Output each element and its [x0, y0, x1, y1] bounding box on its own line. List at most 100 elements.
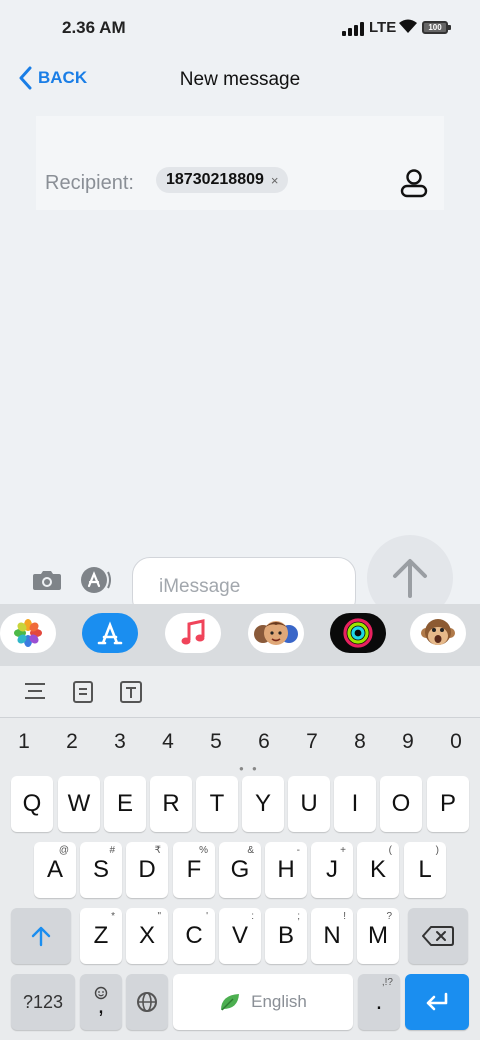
- key-s[interactable]: # S: [80, 842, 122, 898]
- monkey-icon[interactable]: [410, 613, 466, 653]
- key-l-label: L: [418, 856, 432, 883]
- key-k[interactable]: (K: [357, 842, 399, 898]
- period-key[interactable]: ,!? .: [358, 974, 400, 1030]
- page-title: New message: [179, 69, 301, 90]
- key-v-label: V: [231, 922, 248, 949]
- key-a[interactable]: @ A: [34, 842, 76, 898]
- key-g-sup: &: [247, 845, 254, 856]
- network-label: LTE: [369, 19, 397, 36]
- key-k-sup: (: [388, 845, 392, 856]
- globe-key[interactable]: [126, 974, 168, 1030]
- wifi-icon: [399, 19, 417, 33]
- key-h[interactable]: -H: [265, 842, 307, 898]
- key-v[interactable]: :V: [219, 908, 261, 964]
- battery-icon: 100: [422, 21, 451, 34]
- signal-icon: [342, 22, 366, 36]
- key-f[interactable]: % F: [173, 842, 215, 898]
- space-key[interactable]: English: [173, 974, 353, 1030]
- status-time: 2.36 AM: [62, 18, 126, 37]
- key-m-label: M: [368, 922, 388, 949]
- key-z[interactable]: * Z: [80, 908, 122, 964]
- remove-recipient-button[interactable]: ×: [271, 173, 279, 188]
- key-e[interactable]: E: [104, 776, 146, 832]
- key-n-sup: !: [343, 911, 346, 922]
- backspace-key[interactable]: [408, 908, 468, 964]
- key-k-label: K: [369, 856, 386, 883]
- key-6[interactable]: 6: [249, 730, 279, 754]
- key-b[interactable]: ; B: [265, 908, 307, 964]
- key-g[interactable]: & G: [219, 842, 261, 898]
- page-dots: ● ●: [239, 764, 260, 773]
- key-4[interactable]: 4: [153, 730, 183, 754]
- key-3[interactable]: 3: [105, 730, 135, 754]
- key-d-sup: ₹: [154, 845, 161, 856]
- key-b-label: B: [277, 922, 294, 949]
- clipboard-icon[interactable]: [72, 681, 94, 703]
- period-label: .: [375, 988, 383, 1015]
- key-v-sup: :: [251, 911, 254, 922]
- key-2[interactable]: 2: [57, 730, 87, 754]
- comma-label: ,: [97, 992, 105, 1019]
- key-0[interactable]: 0: [441, 730, 471, 754]
- shift-key[interactable]: [11, 908, 71, 964]
- enter-key[interactable]: [405, 974, 469, 1030]
- key-s-sup: #: [109, 845, 115, 856]
- key-c-label: C: [185, 922, 203, 949]
- keyboard: 1 2 3 4 5 6 7 8 9 0 ● ● Q W E R T Y U I …: [0, 718, 480, 1040]
- key-d[interactable]: ₹ D: [126, 842, 168, 898]
- contact-icon[interactable]: [400, 168, 428, 198]
- key-t[interactable]: T: [196, 776, 238, 832]
- key-8[interactable]: 8: [345, 730, 375, 754]
- key-n[interactable]: ! N: [311, 908, 353, 964]
- text-icon[interactable]: [120, 681, 142, 703]
- key-s-label: S: [92, 856, 109, 883]
- emoji-comma-key[interactable]: ,: [80, 974, 122, 1030]
- period-sup: ,!?: [381, 977, 393, 988]
- key-j-sup: +: [340, 845, 346, 856]
- music-icon[interactable]: [165, 613, 221, 653]
- key-7[interactable]: 7: [297, 730, 327, 754]
- camera-icon[interactable]: [32, 568, 62, 592]
- key-u[interactable]: U: [288, 776, 330, 832]
- recipient-field[interactable]: Recipient: 18730218809 ×: [36, 116, 444, 210]
- activity-icon[interactable]: [330, 613, 386, 653]
- key-c[interactable]: ' C: [173, 908, 215, 964]
- key-o[interactable]: O: [380, 776, 422, 832]
- align-icon[interactable]: [24, 681, 46, 701]
- recipient-chip[interactable]: 18730218809 ×: [156, 167, 289, 193]
- key-a-label: A: [46, 856, 63, 883]
- key-m[interactable]: ? M: [357, 908, 399, 964]
- status-bar: 2.36 AM LTE 100: [0, 0, 480, 56]
- key-i[interactable]: I: [334, 776, 376, 832]
- key-5[interactable]: 5: [201, 730, 231, 754]
- key-j[interactable]: + J: [311, 842, 353, 898]
- key-p[interactable]: P: [427, 776, 469, 832]
- shift-icon: [31, 926, 51, 947]
- key-g-label: G: [230, 856, 250, 883]
- key-z-label: Z: [93, 922, 109, 949]
- key-1[interactable]: 1: [9, 730, 39, 754]
- memoji-icon[interactable]: [248, 613, 304, 653]
- symbols-key[interactable]: ?123: [11, 974, 75, 1030]
- app-store-icon[interactable]: [80, 566, 112, 594]
- key-x-sup: ": [157, 911, 161, 922]
- app-store-app-icon[interactable]: [82, 613, 138, 653]
- key-q[interactable]: Q: [11, 776, 53, 832]
- key-m-sup: ?: [386, 911, 392, 922]
- key-f-sup: %: [199, 845, 208, 856]
- key-9[interactable]: 9: [393, 730, 423, 754]
- nav-bar: BACK New message: [0, 56, 480, 106]
- key-y[interactable]: Y: [242, 776, 284, 832]
- key-l-sup: ): [435, 845, 439, 856]
- key-w[interactable]: W: [58, 776, 100, 832]
- enter-icon: [426, 992, 448, 1011]
- key-h-label: H: [277, 856, 295, 883]
- keyboard-toolbar: [0, 666, 480, 718]
- photos-icon[interactable]: [0, 613, 56, 653]
- key-x[interactable]: " X: [126, 908, 168, 964]
- key-b-sup: ;: [297, 911, 300, 922]
- key-a-sup: @: [58, 845, 69, 856]
- space-label: English: [251, 992, 307, 1011]
- key-r[interactable]: R: [150, 776, 192, 832]
- key-l[interactable]: ) L: [404, 842, 446, 898]
